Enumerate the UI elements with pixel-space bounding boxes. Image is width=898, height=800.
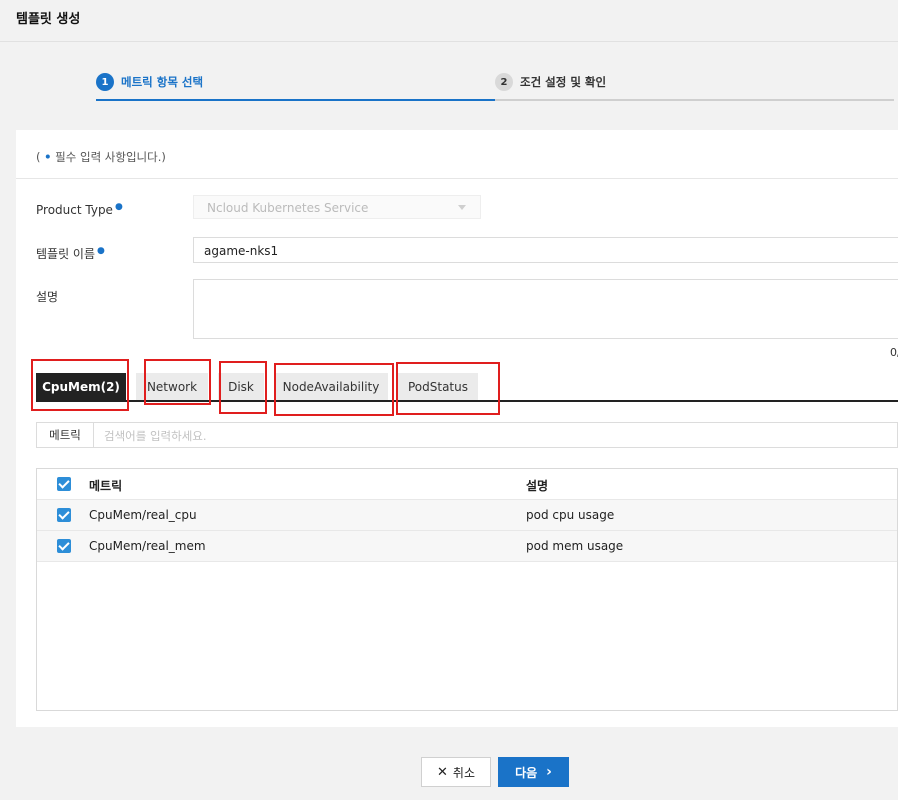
table-header-row: 메트릭 설명 (37, 469, 897, 500)
required-note-text: 필수 입력 사항입니다.) (51, 150, 166, 164)
cancel-button-label: 취소 (452, 765, 475, 780)
select-all-checkbox[interactable] (57, 477, 71, 491)
header-metric: 메트릭 (89, 479, 123, 493)
row-description: pod mem usage (526, 539, 624, 553)
row-metric: CpuMem/real_mem (89, 539, 206, 553)
metric-filter: 메트릭 검색어를 입력하세요. (36, 422, 898, 448)
required-note-prefix: ( (36, 150, 45, 164)
top-bar (0, 0, 898, 42)
required-note: ( • 필수 입력 사항입니다.) (36, 149, 166, 165)
table-row[interactable]: CpuMem/real_cpu pod cpu usage (37, 500, 897, 531)
row-checkbox[interactable] (57, 539, 71, 553)
description-label: 설명 (36, 290, 59, 304)
description-counter: 0/ (890, 346, 898, 359)
highlight-box-podstatus (396, 362, 500, 415)
chevron-down-icon (458, 205, 466, 210)
description-textarea[interactable] (193, 279, 898, 339)
highlight-box-cpumem (31, 359, 129, 411)
row-description: pod cpu usage (526, 508, 615, 522)
product-type-select: Ncloud Kubernetes Service (193, 195, 481, 219)
page-title: 템플릿 생성 (16, 12, 81, 27)
row-checkbox[interactable] (57, 508, 71, 522)
highlight-box-nodeavailability (274, 363, 394, 416)
template-name-label-text: 템플릿 이름 (36, 247, 96, 261)
highlight-box-network (144, 359, 211, 405)
required-dot-icon: ● (114, 202, 123, 212)
step-1-number: 1 (96, 73, 114, 91)
card-divider (16, 178, 898, 179)
step-1[interactable]: 1 메트릭 항목 선택 (96, 72, 203, 92)
required-dot-icon: • (44, 150, 52, 164)
step-2-label: 조건 설정 및 확인 (520, 75, 607, 89)
step-progress-active (96, 99, 495, 101)
step-2-number: 2 (495, 73, 513, 91)
metric-table: 메트릭 설명 CpuMem/real_cpu pod cpu usage Cpu… (36, 468, 898, 711)
step-1-label: 메트릭 항목 선택 (121, 75, 204, 89)
required-dot-icon: ● (97, 246, 105, 256)
header-description: 설명 (526, 479, 549, 493)
template-name-value: agame-nks1 (204, 244, 279, 258)
close-icon: ✕ (437, 764, 448, 780)
template-name-label: 템플릿 이름 ● (36, 245, 105, 262)
next-button-label: 다음 (515, 765, 538, 780)
chevron-right-icon: › (546, 764, 552, 780)
product-type-label-text: Product Type (36, 203, 113, 217)
highlight-box-disk (219, 361, 267, 414)
row-metric: CpuMem/real_cpu (89, 508, 197, 522)
step-progress-rest (495, 99, 894, 101)
cancel-button[interactable]: ✕ 취소 (421, 757, 491, 787)
product-type-value: Ncloud Kubernetes Service (207, 201, 369, 215)
step-2[interactable]: 2 조건 설정 및 확인 (495, 72, 606, 92)
table-row[interactable]: CpuMem/real_mem pod mem usage (37, 531, 897, 562)
template-name-input[interactable]: agame-nks1 (193, 237, 898, 263)
product-type-label: Product Type ● (36, 202, 123, 217)
metric-filter-label[interactable]: 메트릭 (37, 423, 94, 447)
next-button[interactable]: 다음 › (498, 757, 569, 787)
metric-search-input[interactable]: 검색어를 입력하세요. (104, 428, 207, 444)
